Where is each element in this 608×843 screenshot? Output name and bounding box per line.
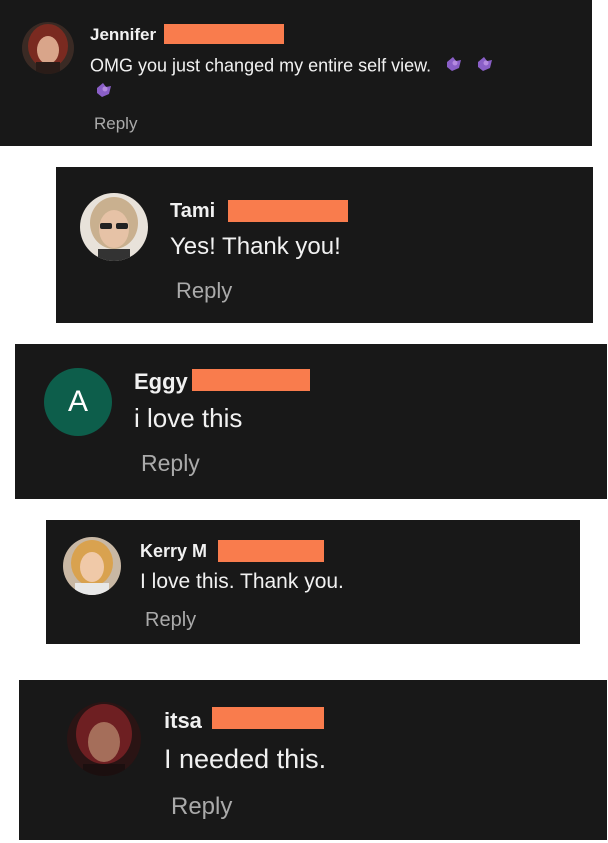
comment-text: I needed this. — [164, 744, 327, 774]
comment-text: i love this — [134, 403, 243, 433]
redaction-bar — [164, 24, 284, 44]
comment-card-tami: Tami Yes! Thank you! Reply — [56, 167, 593, 323]
commenter-name[interactable]: Kerry M — [140, 541, 207, 562]
reply-button[interactable]: Reply — [176, 278, 232, 304]
redaction-bar — [228, 200, 348, 222]
comment-card-itsa: itsa I needed this. Reply — [19, 680, 607, 840]
avatar[interactable] — [22, 22, 74, 74]
comment-text: OMG you just changed my entire self view… — [90, 54, 495, 79]
avatar-initial: A — [67, 385, 88, 418]
reply-button[interactable]: Reply — [145, 609, 196, 632]
reply-button[interactable]: Reply — [171, 793, 232, 821]
comment-card-kerry: Kerry M I love this. Thank you. Reply — [46, 520, 580, 644]
avatar[interactable]: A — [44, 368, 112, 436]
comment-text-content: OMG you just changed my entire self view… — [90, 55, 432, 76]
commenter-name[interactable]: itsa — [164, 708, 202, 734]
commenter-name[interactable]: Eggy — [134, 369, 188, 395]
commenter-name[interactable]: Tami — [170, 200, 215, 223]
avatar[interactable] — [67, 702, 141, 776]
redaction-bar — [218, 540, 324, 562]
redaction-bar — [192, 369, 310, 391]
comment-text: Yes! Thank you! — [170, 233, 341, 260]
purple-heart-hands-emoji-icon — [475, 54, 495, 79]
reply-button[interactable]: Reply — [94, 114, 137, 134]
avatar[interactable] — [63, 537, 121, 595]
redaction-bar — [212, 707, 324, 729]
purple-heart-hands-emoji-icon — [444, 54, 464, 79]
avatar[interactable] — [80, 193, 148, 261]
comment-card-jennifer: Jennifer OMG you just changed my entire … — [0, 0, 592, 146]
reply-button[interactable]: Reply — [141, 450, 200, 477]
commenter-name[interactable]: Jennifer — [90, 25, 156, 45]
comment-text: I love this. Thank you. — [140, 570, 344, 593]
comment-card-eggy: A Eggy i love this Reply — [15, 344, 607, 499]
purple-heart-hands-emoji-icon — [94, 80, 114, 105]
